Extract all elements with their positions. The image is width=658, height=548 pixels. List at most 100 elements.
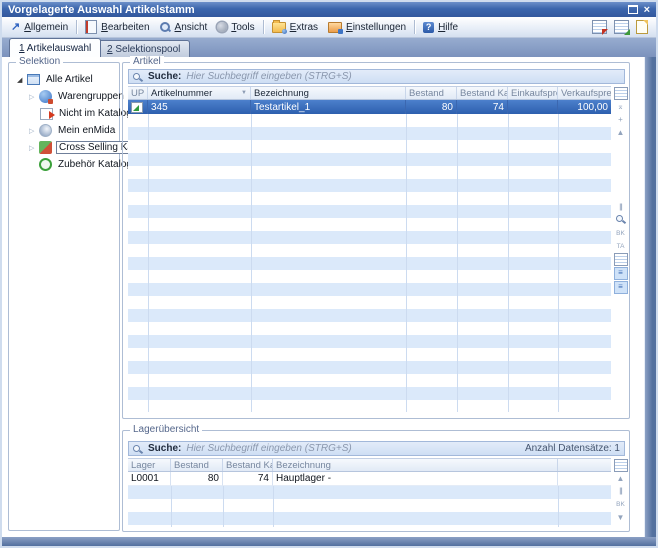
copy-grid-button[interactable] [614, 253, 628, 266]
expander-icon[interactable]: ▷ [29, 127, 39, 135]
bezeichnung-cell: Testartikel_1 [251, 100, 406, 114]
grid-export-icon[interactable] [592, 20, 607, 34]
column-chooser-icon[interactable] [614, 87, 628, 100]
up-status-icon [131, 102, 143, 113]
menu-einstellungen[interactable]: Einstellungen [323, 20, 411, 35]
column-divider [558, 114, 559, 412]
lageruebersicht-group: Lagerübersicht Suche: Hier Suchbegriff e… [122, 430, 630, 532]
column-header-label: Artikelnummer [151, 88, 212, 99]
selektion-tree: ◢ Alle Artikel ▷ Warengruppen Nicht im K… [11, 71, 117, 173]
grid-import-icon[interactable] [614, 20, 629, 34]
lager-row[interactable]: L0001 80 74 Hauptlager - [128, 472, 611, 486]
artikel-grid-header: UP Artikelnummer ▼ Bezeichnung Bestand B… [128, 86, 611, 100]
warengruppen-icon [39, 90, 52, 103]
tree-item-cross-selling-katalog[interactable]: ▷ Cross Selling Katalog [11, 139, 117, 156]
lager-grid: Lager Bestand Bestand Kalk. Bezeichnung … [128, 458, 611, 527]
tag-button[interactable]: TA [613, 240, 628, 253]
menu-ansicht-label: Ansicht [175, 22, 208, 33]
column-header-bestand[interactable]: Bestand [406, 87, 457, 99]
magnifier-icon [616, 214, 626, 224]
menu-tools[interactable]: Tools [212, 20, 259, 35]
column-divider [273, 486, 274, 527]
sort-filter-icon[interactable]: ▼ [241, 90, 247, 96]
artikel-search-input[interactable]: Suche: Hier Suchbegriff eingeben (STRG+S… [128, 69, 625, 84]
row-search-button[interactable] [613, 214, 628, 227]
columns-button[interactable]: ||| [613, 201, 628, 214]
restore-icon[interactable] [628, 5, 638, 14]
tree-item-mein-enmida[interactable]: ▷ Mein enMida [11, 122, 117, 139]
titlebar: Vorgelagerte Auswahl Artikelstamm × [2, 2, 656, 17]
add-row-button[interactable]: + [613, 113, 628, 126]
list-view-button[interactable]: ≡ [614, 267, 628, 280]
menu-extras[interactable]: Extras [267, 20, 323, 35]
close-icon[interactable]: × [644, 5, 650, 15]
menu-separator [414, 20, 415, 34]
menu-bearbeiten-label: Bearbeiten [101, 22, 149, 33]
expander-icon[interactable]: ▷ [29, 93, 39, 101]
column-header-bestand-kalk[interactable]: Bestand Kalk. [223, 459, 273, 471]
artikel-group: Artikel Suche: Hier Suchbegriff eingeben… [122, 62, 630, 419]
menu-allgemein[interactable]: ↗ Allgemein [6, 20, 73, 35]
expander-icon[interactable]: ◢ [17, 76, 27, 84]
columns-button[interactable]: ||| [613, 485, 628, 498]
bestand-kalk-cell: 74 [223, 472, 273, 486]
column-divider [558, 486, 559, 527]
tree-item-zubehoer-katalog[interactable]: Zubehör Katalog [11, 156, 117, 173]
artikel-grid-rail: ⌅ + ▲ ||| BK TA ≡ ≡ [613, 86, 628, 412]
column-header-filler [558, 459, 611, 471]
tree-label: Mein enMida [56, 125, 117, 136]
titlebar-buttons: × [628, 5, 650, 15]
scroll-up-button[interactable]: ▲ [613, 472, 628, 485]
expander-icon[interactable]: ▷ [29, 144, 39, 152]
search-placeholder: Hier Suchbegriff eingeben (STRG+S) [186, 71, 351, 82]
bezeichnung-cell: Hauptlager - [273, 472, 558, 486]
menu-ansicht[interactable]: Ansicht [155, 20, 213, 35]
column-header-bestand[interactable]: Bestand [171, 459, 223, 471]
tree-item-nicht-im-katalog[interactable]: Nicht im Katalog [11, 105, 117, 122]
tab-selektionspool[interactable]: 2 Selektionspool [97, 40, 190, 57]
tab-artikelauswahl[interactable]: 1 Artikelauswahl [9, 38, 101, 57]
bookmark-button[interactable]: BK [613, 227, 628, 240]
selektion-group: Selektion ◢ Alle Artikel ▷ Warengruppen … [8, 62, 120, 531]
column-divider [457, 114, 458, 412]
artikelnummer-cell: 345 [148, 100, 251, 114]
artikel-row-selected[interactable]: 345 Testartikel_1 80 74 100,00 [128, 100, 611, 114]
lager-search-input[interactable]: Suche: Hier Suchbegriff eingeben (STRG+S… [128, 441, 625, 456]
scroll-down-button[interactable]: ▼ [613, 511, 628, 524]
column-header-verkaufspreis[interactable]: Verkaufspreis [558, 87, 611, 99]
alle-artikel-icon [27, 74, 40, 85]
verkaufspreis-cell: 100,00 [558, 100, 611, 114]
new-page-icon[interactable] [636, 20, 648, 34]
search-icon [133, 72, 143, 82]
empty-rows-area [128, 114, 611, 412]
column-header-lager[interactable]: Lager [128, 459, 171, 471]
column-header-up[interactable]: UP [128, 87, 148, 99]
menu-hilfe-label: Hilfe [438, 22, 458, 33]
tree-item-warengruppen[interactable]: ▷ Warengruppen [11, 88, 117, 105]
lager-grid-rail: ▲ ||| BK ▼ [613, 458, 628, 527]
selektion-group-label: Selektion [16, 56, 63, 67]
tree-label: Warengruppen [56, 91, 126, 102]
column-header-bezeichnung[interactable]: Bezeichnung [273, 459, 558, 471]
menubar: ↗ Allgemein Bearbeiten Ansicht Tools Ext… [2, 17, 656, 38]
empty-rows-area [128, 486, 611, 527]
column-divider [223, 486, 224, 527]
menu-hilfe[interactable]: ? Hilfe [418, 20, 463, 35]
column-header-einkaufspreis[interactable]: Einkaufspreis [508, 87, 558, 99]
column-header-bezeichnung[interactable]: Bezeichnung [251, 87, 406, 99]
bestand-kalk-cell: 74 [457, 100, 508, 114]
search-label: Suche: [148, 443, 181, 454]
column-header-artikelnummer[interactable]: Artikelnummer ▼ [148, 87, 251, 99]
column-chooser-icon[interactable] [614, 459, 628, 472]
main-content: Selektion ◢ Alle Artikel ▷ Warengruppen … [2, 57, 645, 537]
settings-folder-icon [328, 22, 342, 33]
menu-extras-label: Extras [290, 22, 318, 33]
bookmark-button[interactable]: BK [613, 498, 628, 511]
zubehoer-katalog-icon [39, 158, 52, 171]
scroll-up-button[interactable]: ▲ [613, 126, 628, 139]
column-header-bestand-kalk[interactable]: Bestand Kalk. [457, 87, 508, 99]
menu-bearbeiten[interactable]: Bearbeiten [80, 18, 154, 36]
scroll-top-button[interactable]: ⌅ [613, 100, 628, 113]
detail-view-button[interactable]: ≡ [614, 281, 628, 294]
tree-item-alle-artikel[interactable]: ◢ Alle Artikel [11, 71, 117, 88]
